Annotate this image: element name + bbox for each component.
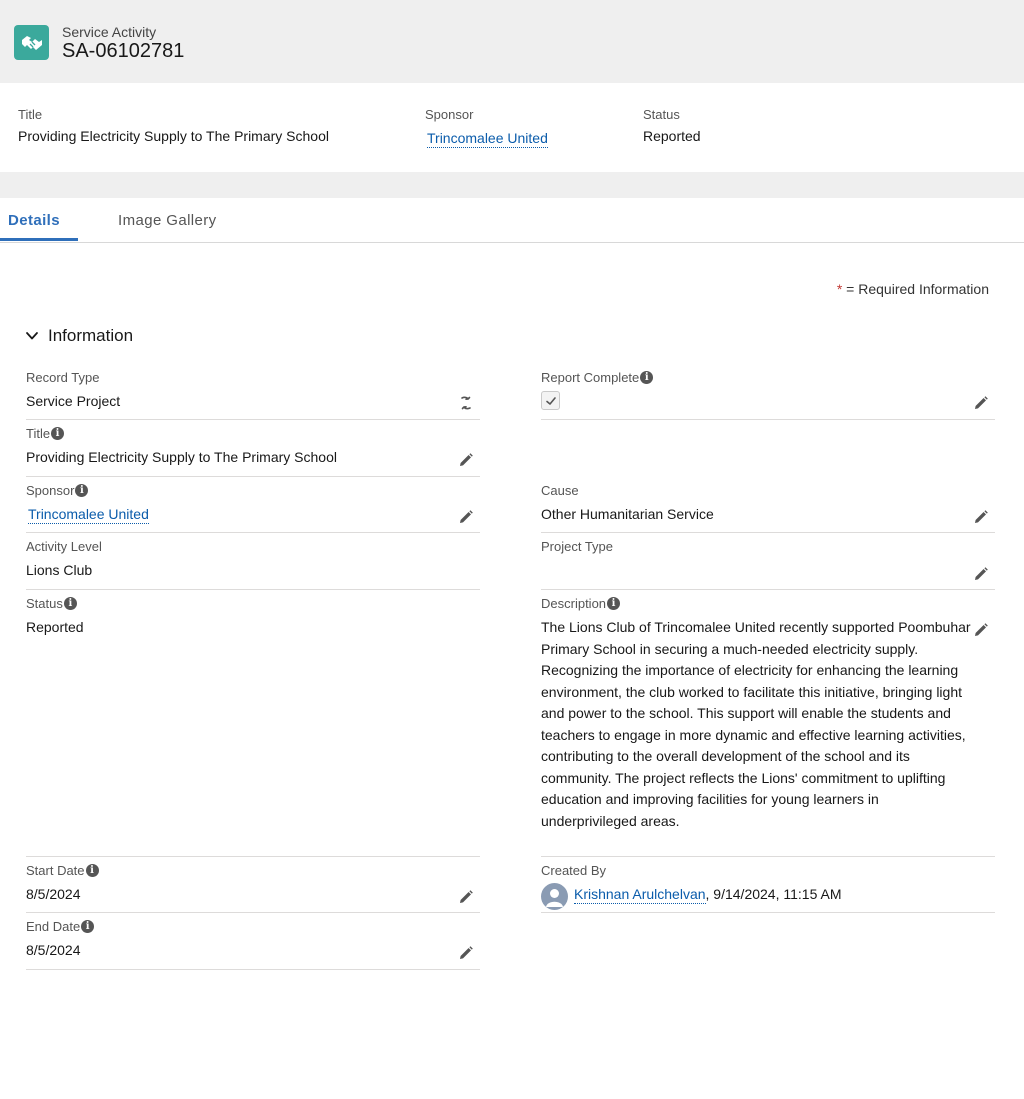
field-value: Trincomalee United: [26, 506, 149, 524]
field-created-by: Created By Krishnan Arulchelvan, 9/14/20…: [541, 857, 995, 913]
sponsor-link[interactable]: Trincomalee United: [28, 506, 149, 524]
created-by-user-link[interactable]: Krishnan Arulchelvan: [574, 886, 706, 904]
field-label: Project Type: [541, 539, 614, 554]
pencil-icon[interactable]: [973, 395, 989, 411]
field-record-type: Record Type Service Project: [26, 364, 480, 420]
active-tab-indicator: [0, 238, 78, 241]
field-description: Description i The Lions Club of Trincomal…: [541, 590, 995, 857]
info-icon[interactable]: i: [640, 371, 654, 384]
record-name: SA-06102781: [62, 40, 185, 62]
handshake-icon: [14, 25, 49, 60]
field-report-complete: Report Complete i: [541, 364, 995, 420]
field-value: 8/5/2024: [26, 886, 81, 902]
section-title: Information: [48, 326, 134, 345]
field-start-date: Start Date i 8/5/2024: [26, 857, 480, 913]
tab-bar: Details Image Gallery: [0, 198, 1024, 243]
field-label: Sponsor i: [26, 483, 89, 498]
highlight-sponsor-label: Sponsor: [425, 107, 474, 122]
info-icon[interactable]: i: [607, 597, 621, 610]
change-record-type-icon[interactable]: [458, 395, 474, 411]
field-label-text: Report Complete: [541, 370, 640, 385]
field-value: 8/5/2024: [26, 942, 81, 958]
pencil-icon[interactable]: [458, 452, 474, 468]
highlight-status-value: Reported: [643, 128, 701, 144]
field-label-text: Description: [541, 596, 607, 611]
field-label: Title i: [26, 426, 65, 441]
highlights-panel: Title Providing Electricity Supply to Th…: [0, 83, 1024, 172]
info-icon[interactable]: i: [75, 484, 89, 497]
field-cause: Cause Other Humanitarian Service: [541, 477, 995, 533]
pencil-icon[interactable]: [458, 945, 474, 961]
field-label: Cause: [541, 483, 579, 498]
highlight-sponsor: Sponsor Trincomalee United: [425, 107, 548, 148]
field-value: Service Project: [26, 393, 121, 409]
section-toggle-information[interactable]: Information: [24, 326, 133, 346]
highlight-sponsor-link[interactable]: Trincomalee United: [427, 130, 548, 148]
info-icon[interactable]: i: [63, 597, 77, 610]
field-label: Created By: [541, 863, 607, 878]
divider-band: [0, 172, 1024, 198]
field-label-text: Sponsor: [26, 483, 75, 498]
tab-image-gallery[interactable]: Image Gallery: [118, 212, 217, 229]
field-label: Start Date i: [26, 863, 99, 878]
created-by-value: Krishnan Arulchelvan, 9/14/2024, 11:15 A…: [574, 886, 842, 904]
checkmark-icon: [545, 396, 556, 405]
required-information-note: * = Required Information: [837, 281, 989, 297]
info-icon[interactable]: i: [85, 864, 99, 877]
field-label: Status i: [26, 596, 77, 611]
field-sponsor: Sponsor i Trincomalee United: [26, 477, 480, 533]
field-label: Activity Level: [26, 539, 102, 554]
object-type-label: Service Activity: [62, 24, 157, 40]
pencil-icon[interactable]: [458, 889, 474, 905]
pencil-icon[interactable]: [973, 509, 989, 525]
page-header: Service Activity SA-06102781: [0, 0, 1024, 83]
chevron-down-icon: [26, 332, 38, 340]
field-activity-level: Activity Level Lions Club: [26, 533, 480, 590]
field-label: Report Complete i: [541, 370, 654, 385]
required-information-text: = Required Information: [842, 281, 989, 297]
highlight-title-label: Title: [18, 107, 43, 122]
field-label: Description i: [541, 596, 621, 611]
field-label: End Date i: [26, 919, 95, 934]
report-complete-checkbox[interactable]: [541, 391, 560, 410]
highlight-title: Title Providing Electricity Supply to Th…: [18, 107, 329, 144]
user-avatar-icon: [546, 889, 563, 907]
field-value: Lions Club: [26, 562, 93, 578]
info-icon[interactable]: i: [51, 427, 65, 440]
highlight-title-value: Providing Electricity Supply to The Prim…: [18, 128, 329, 144]
info-icon[interactable]: i: [81, 920, 95, 933]
field-end-date: End Date i 8/5/2024: [26, 913, 480, 970]
field-label-text: Start Date: [26, 863, 85, 878]
field-value: Providing Electricity Supply to The Prim…: [26, 449, 337, 465]
field-label-text: Status: [26, 596, 63, 611]
highlight-status: Status Reported: [643, 107, 701, 144]
field-value: Other Humanitarian Service: [541, 506, 714, 522]
field-label-text: Title: [26, 426, 51, 441]
tab-details[interactable]: Details: [8, 212, 60, 229]
highlight-status-label: Status: [643, 107, 680, 122]
field-project-type: Project Type: [541, 533, 995, 590]
field-title: Title i Providing Electricity Supply to T…: [26, 420, 480, 477]
field-value: Reported: [26, 619, 84, 635]
field-status: Status i Reported: [26, 590, 480, 857]
pencil-icon[interactable]: [458, 509, 474, 525]
field-value: The Lions Club of Trincomalee United rec…: [541, 619, 971, 829]
created-by-timestamp: , 9/14/2024, 11:15 AM: [705, 886, 842, 902]
field-label-text: End Date: [26, 919, 81, 934]
avatar: [541, 883, 568, 910]
pencil-icon[interactable]: [973, 566, 989, 582]
pencil-icon[interactable]: [973, 622, 989, 638]
field-label: Record Type: [26, 370, 100, 385]
